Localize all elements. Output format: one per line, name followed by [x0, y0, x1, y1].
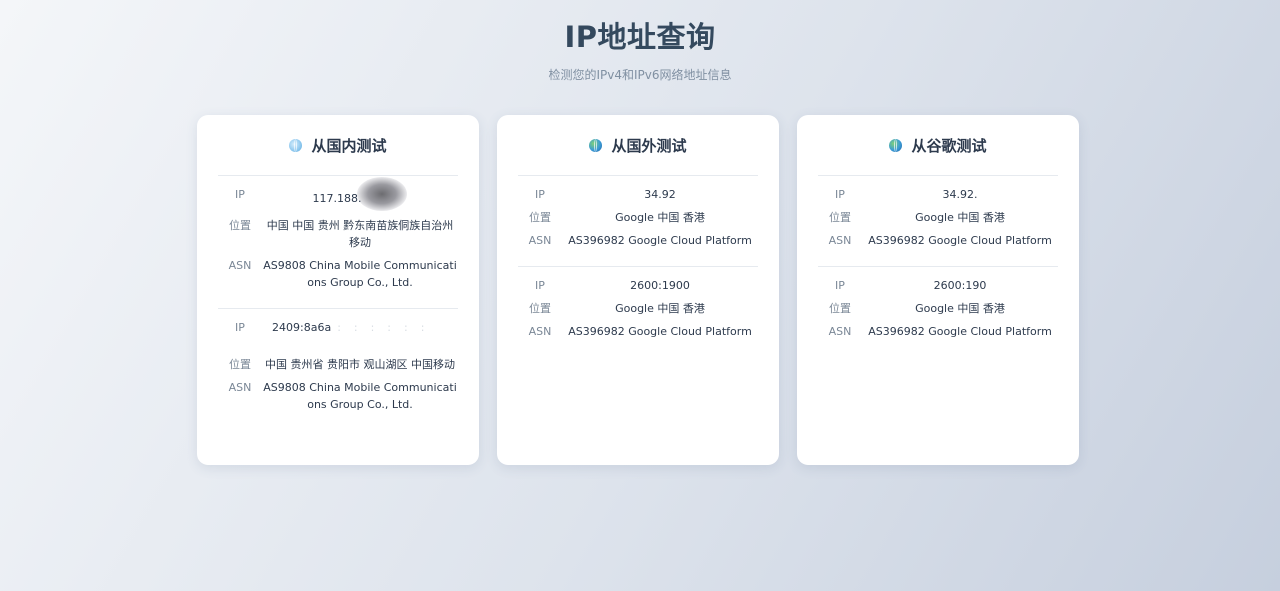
ip-row: IP 2409:8a6a:::::: — [218, 319, 458, 336]
asn-label: ASN — [228, 259, 252, 272]
asn-label: ASN — [528, 234, 552, 247]
ip-value-cell: 2409:8a6a:::::: — [262, 319, 458, 336]
card-overseas-test: 从国外测试 IP 34.92 位置 Google 中国 香港 ASN AS396… — [497, 115, 779, 465]
location-row: 位置 中国 贵州省 贵阳市 观山湖区 中国移动 — [218, 356, 458, 373]
asn-row: ASN AS9808 China Mobile Communications G… — [218, 257, 458, 291]
ip-row: IP 34.92 — [518, 186, 758, 203]
ip-label: IP — [535, 279, 545, 292]
asn-value: AS396982 Google Cloud Platform — [568, 325, 752, 338]
card-title: 从谷歌测试 — [911, 136, 987, 155]
ip-row: IP 34.92. — [818, 186, 1058, 203]
asn-label: ASN — [828, 325, 852, 338]
page-title: IP地址查询 — [564, 20, 716, 54]
location-label: 位置 — [229, 219, 251, 232]
ipv4-block: IP 117.188. 位置 中国 中国 贵州 黔东南苗族侗族自治州 移动 AS… — [218, 176, 458, 309]
ip-value[interactable]: 2600:1900 — [562, 277, 758, 294]
redaction-blur — [357, 177, 408, 211]
card-google-test: 从谷歌测试 IP 34.92. 位置 Google 中国 香港 ASN AS39… — [797, 115, 1079, 465]
location-label: 位置 — [829, 211, 851, 224]
location-row: 位置 Google 中国 香港 — [818, 300, 1058, 317]
location-label: 位置 — [529, 211, 551, 224]
ip-row: IP 2600:190 — [818, 277, 1058, 294]
card-domestic-test: 从国内测试 IP 117.188. 位置 中国 中国 贵州 黔东南苗族侗族自治州… — [197, 115, 479, 465]
asn-label: ASN — [828, 234, 852, 247]
ip-label: IP — [835, 188, 845, 201]
location-label: 位置 — [829, 302, 851, 315]
ipv6-block: IP 2409:8a6a:::::: 位置 中国 贵州省 贵阳市 观山湖区 中国… — [218, 309, 458, 430]
globe-icon — [289, 138, 303, 152]
ipv4-block: IP 34.92 位置 Google 中国 香港 ASN AS396982 Go… — [518, 176, 758, 267]
location-value: Google 中国 香港 — [615, 211, 705, 224]
location-row: 位置 Google 中国 香港 — [518, 209, 758, 226]
card-header: 从谷歌测试 — [818, 115, 1058, 176]
location-value: 中国 中国 贵州 黔东南苗族侗族自治州 移动 — [266, 219, 454, 249]
location-value: Google 中国 香港 — [915, 211, 1005, 224]
location-row: 位置 Google 中国 香港 — [518, 300, 758, 317]
ip-label: IP — [535, 188, 545, 201]
card-title: 从国外测试 — [611, 136, 687, 155]
location-label: 位置 — [529, 302, 551, 315]
asn-row: ASN AS396982 Google Cloud Platform — [518, 323, 758, 340]
location-value: Google 中国 香港 — [915, 302, 1005, 315]
ip-value[interactable]: 117.188. — [313, 190, 362, 207]
globe-icon — [589, 138, 603, 152]
ip-label: IP — [235, 321, 245, 334]
card-header: 从国内测试 — [218, 115, 458, 176]
location-row: 位置 中国 中国 贵州 黔东南苗族侗族自治州 移动 — [218, 217, 458, 251]
asn-row: ASN AS9808 China Mobile Communications G… — [218, 379, 458, 413]
ip-row: IP 117.188. — [218, 177, 458, 211]
location-value: Google 中国 香港 — [615, 302, 705, 315]
card-header: 从国外测试 — [518, 115, 758, 176]
ip-row: IP 2600:1900 — [518, 277, 758, 294]
asn-value: AS396982 Google Cloud Platform — [868, 234, 1052, 247]
asn-label: ASN — [528, 325, 552, 338]
ipv4-block: IP 34.92. 位置 Google 中国 香港 ASN AS396982 G… — [818, 176, 1058, 267]
page-subtitle: 检测您的IPv4和IPv6网络地址信息 — [548, 68, 732, 82]
asn-value: AS396982 Google Cloud Platform — [868, 325, 1052, 338]
location-value: 中国 贵州省 贵阳市 观山湖区 中国移动 — [265, 358, 455, 371]
location-row: 位置 Google 中国 香港 — [818, 209, 1058, 226]
globe-icon — [889, 138, 903, 152]
ipv6-block: IP 2600:1900 位置 Google 中国 香港 ASN AS39698… — [518, 267, 758, 357]
ip-value[interactable]: 2409:8a6a — [272, 319, 331, 336]
ip-label: IP — [235, 188, 245, 201]
location-label: 位置 — [229, 358, 251, 371]
asn-value: AS9808 China Mobile Communications Group… — [263, 259, 457, 289]
asn-label: ASN — [228, 381, 252, 394]
ipv6-block: IP 2600:190 位置 Google 中国 香港 ASN AS396982… — [818, 267, 1058, 357]
card-title: 从国内测试 — [311, 136, 387, 155]
ip-value[interactable]: 2600:190 — [862, 277, 1058, 294]
ip-value-cell: 117.188. — [262, 177, 458, 211]
asn-row: ASN AS396982 Google Cloud Platform — [818, 323, 1058, 340]
ip-value[interactable]: 34.92 — [562, 186, 758, 203]
ip-label: IP — [835, 279, 845, 292]
asn-value: AS9808 China Mobile Communications Group… — [263, 381, 457, 411]
redaction-fade: :::::: — [337, 321, 438, 334]
asn-row: ASN AS396982 Google Cloud Platform — [518, 232, 758, 249]
asn-value: AS396982 Google Cloud Platform — [568, 234, 752, 247]
ip-value[interactable]: 34.92. — [862, 186, 1058, 203]
asn-row: ASN AS396982 Google Cloud Platform — [818, 232, 1058, 249]
